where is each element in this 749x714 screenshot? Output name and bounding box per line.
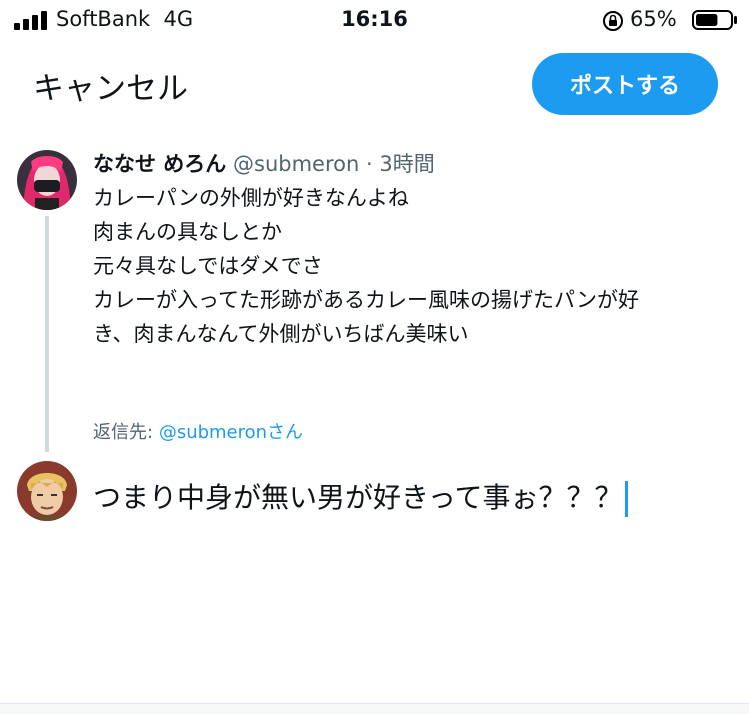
tweet-line: 肉まんの具なしとか <box>93 220 282 244</box>
tweet-body: カレーパンの外側が好きなんよね 肉まんの具なしとか 元々具なしではダメでさ カレ… <box>93 181 733 351</box>
user-handle[interactable]: @submeron <box>233 152 359 176</box>
tweet-timestamp: 3時間 <box>379 152 435 176</box>
thread-line <box>45 216 49 452</box>
battery-icon <box>692 10 737 30</box>
tweet-line: 元々具なしではダメでさ <box>93 254 323 278</box>
cancel-button[interactable]: キャンセル <box>33 63 188 108</box>
rotation-lock-icon <box>603 11 623 31</box>
tweet-line: き、肉まんなんて外側がいちばん美味い <box>93 322 469 346</box>
tweet-line: カレーが入ってた形跡があるカレー風味の揚げたパンが好 <box>93 288 639 312</box>
meta-separator: · <box>365 152 373 176</box>
avatar[interactable] <box>17 461 77 521</box>
compose-field[interactable]: つまり中身が無い男が好きって事ぉ？？？ <box>93 476 629 517</box>
reply-to-handle[interactable]: @submeronさん <box>159 422 303 443</box>
status-bar: SoftBank 4G 16:16 65% <box>0 0 749 40</box>
reply-to-prefix: 返信先: <box>93 422 154 443</box>
compose-text[interactable]: つまり中身が無い男が好きって事ぉ？？？ <box>93 481 622 514</box>
text-cursor <box>625 481 629 517</box>
user-avatar-icon <box>17 150 77 210</box>
own-avatar-icon <box>17 461 77 521</box>
battery-percent: 65% <box>630 7 677 31</box>
avatar[interactable] <box>17 150 77 210</box>
tweet-line: カレーパンの外側が好きなんよね <box>93 186 409 210</box>
bottom-divider <box>0 703 749 714</box>
post-button[interactable]: ポストする <box>532 53 718 115</box>
reply-to: 返信先: @submeronさん <box>93 418 303 444</box>
display-name[interactable]: ななせ めろん <box>93 152 226 176</box>
tweet-meta: ななせ めろん @submeron · 3時間 <box>93 148 435 178</box>
